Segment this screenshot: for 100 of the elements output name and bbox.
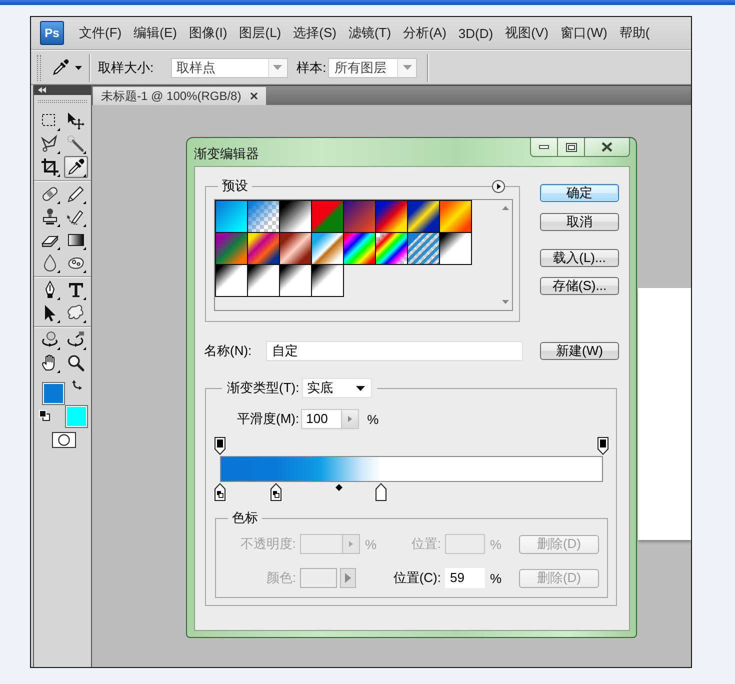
name-input[interactable]: 自定: [266, 341, 523, 361]
caret-down-icon: [356, 386, 366, 390]
menu-item[interactable]: 视图(V): [499, 22, 554, 44]
eyedropper-icon: [66, 157, 86, 177]
color-menu-button[interactable]: [340, 568, 356, 588]
scroll-up-icon[interactable]: [502, 206, 509, 210]
gradient-swatch-icon[interactable]: [407, 232, 440, 265]
foreground-swatch-icon[interactable]: [42, 382, 65, 405]
menu-item[interactable]: 图像(I): [182, 22, 234, 44]
sample-size-dropdown[interactable]: 取样点: [170, 58, 288, 78]
document-tab[interactable]: 未标题-1 @ 100%(RGB/8): [93, 87, 266, 105]
gradient-swatch-icon[interactable]: [343, 200, 376, 233]
color-stop-handle[interactable]: [375, 483, 386, 501]
background-swatch-icon[interactable]: [65, 405, 88, 428]
color-stop-handle[interactable]: [214, 483, 226, 501]
gradient-type-label: 渐变类型(T):: [227, 379, 300, 397]
close-button[interactable]: [584, 138, 630, 157]
tool-button[interactable]: [64, 156, 88, 178]
sample-label: 样本:: [296, 58, 326, 76]
presets-label: 预设: [221, 179, 249, 193]
dialog-button[interactable]: 存储(S)...: [540, 277, 619, 295]
menu-item[interactable]: 图层(L): [233, 22, 288, 44]
gradient-slider[interactable]: [214, 437, 609, 501]
percent-label: %: [490, 536, 502, 552]
gradient-swatch-icon[interactable]: [247, 232, 280, 265]
opacity-label: 不透明度:: [240, 535, 296, 553]
opacity-stop-handle[interactable]: [598, 437, 608, 455]
maximize-button[interactable]: [557, 138, 585, 157]
triangle-right-icon: [348, 416, 352, 422]
gradient-swatch-icon[interactable]: [215, 232, 248, 265]
triangle-right-icon: [345, 573, 351, 583]
sphere-rotate-icon: [40, 330, 60, 350]
gradient-swatch-icon[interactable]: [279, 200, 312, 233]
default-colors-icon[interactable]: [39, 410, 50, 421]
new-button[interactable]: 新建(W): [540, 342, 619, 360]
marquee-icon: [40, 111, 60, 131]
caret-down-icon: [75, 66, 82, 70]
splat-shape-icon: [66, 303, 86, 323]
name-label: 名称(N):: [204, 343, 252, 358]
menu-item[interactable]: 窗口(W): [554, 22, 614, 44]
gradient-swatch-icon[interactable]: [343, 232, 376, 265]
minimize-button[interactable]: [530, 138, 558, 157]
dialog-button[interactable]: 确定: [540, 184, 619, 202]
gradient-swatch-icon[interactable]: [375, 200, 408, 233]
gradient-swatch-icon[interactable]: [215, 264, 248, 297]
opacity-stop-handle[interactable]: [214, 437, 226, 455]
dialog-title: 渐变编辑器: [194, 145, 259, 163]
camera-orbit-icon: [66, 330, 86, 350]
menu-item[interactable]: 分析(A): [397, 22, 452, 44]
type-tool-icon: [66, 280, 86, 300]
sample-size-label: 取样大小:: [98, 58, 154, 76]
gradient-swatch-icon[interactable]: [407, 200, 440, 233]
menu-item[interactable]: 选择(S): [287, 22, 342, 44]
double-chevron-left-icon[interactable]: [38, 87, 46, 93]
magic-wand-icon: [66, 134, 86, 154]
crop-icon: [40, 157, 60, 177]
color-label: 颜色:: [266, 569, 296, 587]
gradient-swatch-icon[interactable]: [247, 200, 280, 233]
midpoint-diamond-icon[interactable]: [335, 484, 342, 491]
location-label: 位置(C):: [393, 569, 441, 587]
app-logo: Ps: [40, 21, 64, 45]
menu-item[interactable]: 文件(F): [73, 22, 128, 44]
gradient-swatch-icon[interactable]: [311, 264, 344, 297]
caret-down-icon: [273, 65, 282, 70]
close-icon[interactable]: [250, 92, 258, 100]
menu-item[interactable]: 编辑(E): [128, 22, 183, 44]
gradient-swatch-icon[interactable]: [247, 264, 280, 297]
location-label: 位置:: [411, 535, 441, 553]
maximize-icon: [566, 142, 576, 152]
gradient-swatch-icon[interactable]: [375, 232, 408, 265]
gradient-swatch-icon[interactable]: [439, 232, 472, 265]
smoothness-field[interactable]: 100: [301, 409, 360, 429]
triangle-right-icon: [349, 541, 353, 547]
drag-grip[interactable]: [38, 100, 87, 103]
gradient-swatch-icon[interactable]: [279, 232, 312, 265]
zoom-icon: [66, 353, 86, 373]
minimize-icon: [539, 145, 549, 149]
sample-dropdown[interactable]: 所有图层: [328, 58, 418, 78]
gradient-swatch-icon[interactable]: [215, 200, 248, 233]
quick-mask-button[interactable]: [52, 432, 76, 448]
dialog-button[interactable]: 载入(L)...: [540, 249, 619, 267]
gradient-swatch-icon[interactable]: [311, 200, 344, 233]
swap-arrows-icon[interactable]: [72, 379, 82, 390]
move-icon: [66, 111, 86, 131]
eyedropper-icon: [52, 59, 69, 76]
drag-grip[interactable]: [37, 54, 41, 80]
gradient-swatch-icon[interactable]: [439, 200, 472, 233]
color-stop-handle[interactable]: [270, 483, 282, 501]
menu-item[interactable]: 帮助(: [613, 22, 656, 44]
smoothness-label: 平滑度(M):: [237, 410, 300, 428]
gradient-swatch-icon[interactable]: [279, 264, 312, 297]
dialog-button[interactable]: 取消: [540, 213, 619, 231]
menu-item[interactable]: 滤镜(T): [342, 22, 398, 44]
menu-item[interactable]: 3D(D): [452, 22, 500, 44]
percent-label: %: [367, 412, 379, 426]
gradient-swatch-icon[interactable]: [311, 232, 344, 265]
brush-icon: [66, 184, 86, 204]
scroll-down-icon[interactable]: [502, 300, 509, 304]
slider-popup-button[interactable]: [341, 410, 358, 428]
gradient-type-dropdown[interactable]: 实底: [302, 378, 372, 398]
